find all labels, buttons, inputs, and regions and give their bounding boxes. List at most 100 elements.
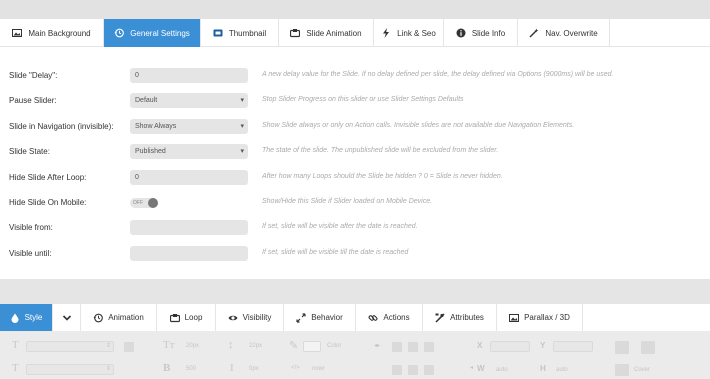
pause-slider-label: Pause Slider: xyxy=(9,96,57,105)
visible-from-label: Visible from: xyxy=(9,223,53,232)
layer-settings-tabs: Style Animation Loop Visibility Behavior… xyxy=(0,304,710,331)
hide-after-loop-description: After how many Loops should the Slide be… xyxy=(262,173,503,180)
slide-settings-tabs: Main Background General Settings Thumbna… xyxy=(0,19,710,47)
height-value[interactable]: auto xyxy=(556,367,568,373)
thumbnail-icon xyxy=(213,29,223,37)
arrows-icon xyxy=(296,312,306,323)
tab-actions[interactable]: Actions xyxy=(356,304,423,331)
tab-general-settings[interactable]: General Settings xyxy=(104,19,201,47)
tab-label: Loop xyxy=(184,313,203,322)
hide-on-mobile-description: Show/Hide this Slide if Slider loaded on… xyxy=(262,198,433,205)
slide-state-select[interactable]: Published xyxy=(130,144,248,159)
visible-from-description: If set, slide will be visible after the … xyxy=(262,223,418,230)
font-size-value[interactable]: 20px xyxy=(186,343,199,349)
pause-slider-select[interactable]: Default xyxy=(130,93,248,108)
align-left-icon[interactable] xyxy=(392,342,402,352)
visible-until-row: Visible until: If set, slide will be vis… xyxy=(0,246,710,262)
tab-label: General Settings xyxy=(130,28,190,38)
info-icon xyxy=(456,28,466,38)
text-style-icon[interactable] xyxy=(615,341,629,354)
align-center-icon[interactable] xyxy=(408,342,418,352)
line-height-value[interactable]: 22px xyxy=(249,343,262,349)
color-label: Color xyxy=(327,343,342,349)
stepper-icon: ⇕ xyxy=(106,366,112,372)
layer-style-toolbar: T ⇕ Tт 20px ↕ 22px ✎ Color ◂▸ X Y T ⇕ B … xyxy=(0,331,710,379)
visible-from-input[interactable] xyxy=(130,220,248,235)
text-select[interactable] xyxy=(26,364,114,375)
tab-style[interactable]: Style xyxy=(0,304,53,331)
history-icon xyxy=(114,28,125,38)
valign-bottom-icon[interactable] xyxy=(424,365,434,375)
tab-behavior[interactable]: Behavior xyxy=(284,304,356,331)
font-weight-value[interactable]: 500 xyxy=(186,366,196,372)
hide-after-loop-label: Hide Slide After Loop: xyxy=(9,173,87,182)
tab-thumbnail[interactable]: Thumbnail xyxy=(201,19,279,47)
hide-on-mobile-row: Hide Slide On Mobile: OFF Show/Hide this… xyxy=(0,195,710,211)
tab-label: Thumbnail xyxy=(228,28,267,38)
tab-label: Attributes xyxy=(450,313,484,322)
hide-after-loop-input[interactable]: 0 xyxy=(130,170,248,185)
slide-delay-input[interactable]: 0 xyxy=(130,68,248,83)
toggle-knob xyxy=(148,198,158,208)
font-family-icon: T xyxy=(12,339,19,351)
text-transform-icon[interactable] xyxy=(641,341,655,354)
toggle-off-label: OFF xyxy=(133,200,143,206)
tab-attributes[interactable]: Attributes xyxy=(423,304,497,331)
align-right-icon[interactable] xyxy=(424,342,434,352)
bold-icon: B xyxy=(163,362,171,374)
text-icon: T xyxy=(12,362,19,374)
line-height-icon: ↕ xyxy=(228,339,234,351)
slide-delay-row: Slide "Delay": 0 A new delay value for t… xyxy=(0,68,710,84)
tab-more-dropdown[interactable] xyxy=(53,304,81,331)
pause-slider-description: Stop Slider Progress on this slider or u… xyxy=(262,96,464,103)
font-family-select[interactable] xyxy=(26,341,114,352)
image-icon xyxy=(12,29,23,37)
loop-icon xyxy=(169,313,180,322)
visible-until-description: If set, slide will be visible till the d… xyxy=(262,249,409,256)
stepper-icon: ⇕ xyxy=(106,343,112,349)
wrap-value[interactable]: nowr xyxy=(312,366,325,372)
tab-label: Main Background xyxy=(28,28,91,38)
y-input[interactable] xyxy=(553,341,593,352)
image-icon xyxy=(509,313,520,322)
tab-label: Animation xyxy=(108,313,144,322)
code-icon: </> xyxy=(291,365,300,371)
slide-in-navigation-select[interactable]: Show Always xyxy=(130,119,248,134)
color-swatch[interactable] xyxy=(303,341,321,352)
tab-visibility[interactable]: Visibility xyxy=(216,304,284,331)
visible-until-input[interactable] xyxy=(130,246,248,261)
slide-in-navigation-description: Show Slide always or only on Action call… xyxy=(262,122,575,129)
tab-nav-overwrite[interactable]: Nav. Overwrite xyxy=(518,19,610,47)
visible-from-row: Visible from: If set, slide will be visi… xyxy=(0,220,710,236)
tab-label: Actions xyxy=(383,313,410,322)
save-icon[interactable] xyxy=(124,342,134,352)
slide-state-label: Slide State: xyxy=(9,147,50,156)
tab-slide-info[interactable]: Slide Info xyxy=(444,19,518,47)
tab-label: Nav. Overwrite xyxy=(545,28,598,38)
slide-delay-label: Slide "Delay": xyxy=(9,71,58,80)
tab-parallax-3d[interactable]: Parallax / 3D xyxy=(497,304,583,331)
top-strip xyxy=(0,0,710,19)
tab-loop[interactable]: Loop xyxy=(157,304,216,331)
x-input[interactable] xyxy=(490,341,530,352)
valign-top-icon[interactable] xyxy=(392,365,402,375)
resize-arrow-icon: ◂ xyxy=(470,365,474,371)
tab-animation[interactable]: Animation xyxy=(81,304,157,331)
valign-middle-icon[interactable] xyxy=(408,365,418,375)
drop-icon xyxy=(11,313,19,323)
hide-on-mobile-label: Hide Slide On Mobile: xyxy=(9,198,87,207)
tab-main-background[interactable]: Main Background xyxy=(0,19,104,47)
hide-on-mobile-toggle[interactable]: OFF xyxy=(130,198,158,208)
history-icon xyxy=(93,313,104,322)
slideshow-icon xyxy=(290,29,301,38)
tab-link-seo[interactable]: Link & Seo xyxy=(374,19,444,47)
cover-value[interactable]: Cover xyxy=(634,367,650,373)
size-value[interactable]: 0px xyxy=(249,366,259,372)
tab-label: Slide Animation xyxy=(306,28,362,38)
width-value[interactable]: auto xyxy=(496,367,508,373)
x-label: X xyxy=(477,341,483,350)
tab-slide-animation[interactable]: Slide Animation xyxy=(279,19,374,47)
visible-until-label: Visible until: xyxy=(9,249,52,258)
tab-label: Behavior xyxy=(311,313,343,322)
font-size-icon: Tт xyxy=(163,339,175,351)
